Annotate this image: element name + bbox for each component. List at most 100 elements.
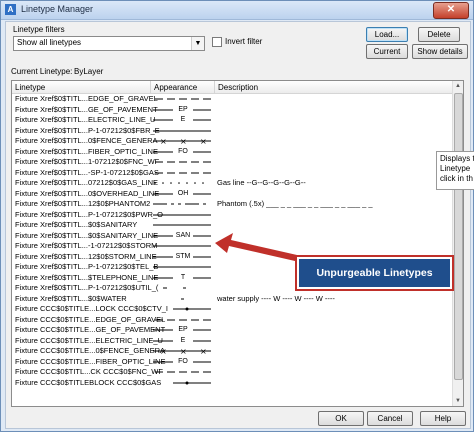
linetype-appearance xyxy=(153,294,213,305)
linetype-appearance xyxy=(153,262,213,273)
linetype-name: Fixture CCC$0$TITLE...GE_OF_PAVEMENT xyxy=(15,325,166,334)
linetype-name: Fixture Xref$0$TITL...07212$0$GAS_LINE xyxy=(15,178,158,187)
column-appearance[interactable]: Appearance xyxy=(154,83,197,92)
filter-selected-value: Show all linetypes xyxy=(17,38,82,47)
linetype-name: Fixture Xref$0$TITL...1-07212$0$FNC_WF xyxy=(15,157,160,166)
linetype-name: Fixture Xref$0$TITL...12$0$PHANTOM2 xyxy=(15,199,151,208)
table-row[interactable]: Fixture Xref$0$TITL...EDGE_OF_GRAVEL xyxy=(12,94,452,105)
table-row[interactable]: Fixture CCC$0$TITLE...GE_OF_PAVEMENT EP xyxy=(12,325,452,336)
table-row[interactable]: Fixture Xref$0$TITL...1-07212$0$FNC_WF xyxy=(12,157,452,168)
list-header: Linetype Appearance Description xyxy=(12,81,452,94)
linetype-appearance xyxy=(153,126,213,137)
linetype-appearance xyxy=(153,199,213,210)
cancel-button[interactable]: Cancel xyxy=(367,411,413,426)
linetype-appearance xyxy=(153,220,213,231)
delete-button[interactable]: Delete xyxy=(418,27,460,42)
linetype-filters-label: Linetype filters xyxy=(13,25,65,34)
linetype-name: Fixture Xref$0$TITL...ELECTRIC_LINE_U xyxy=(15,115,156,124)
table-row[interactable]: Fixture CCC$0$TITLE...LOCK CCC$0$CTV_I xyxy=(12,304,452,315)
table-row[interactable]: Fixture CCC$0$TITL...CK CCC$0$FNC_WF xyxy=(12,367,452,378)
linetype-glyph: EP xyxy=(178,105,188,113)
linetype-appearance xyxy=(153,210,213,221)
table-row[interactable]: Fixture Xref$0$TITL...$0$WATER water supp… xyxy=(12,294,452,305)
table-row[interactable]: Fixture Xref$0$TITL...$0$SANITARY xyxy=(12,220,452,231)
linetype-filter-dropdown[interactable]: Show all linetypes ▼ xyxy=(13,36,205,51)
svg-text:×: × xyxy=(200,347,207,356)
linetype-name: Fixture CCC$0$TITLE...EDGE_OF_GRAVEL xyxy=(15,314,166,324)
table-row[interactable]: Fixture Xref$0$TITL...07212$0$GAS_LINE Ga… xyxy=(12,178,452,189)
svg-text:×: × xyxy=(180,347,187,356)
table-row[interactable]: Fixture Xref$0$TITL...12$0$PHANTOM2 Phant… xyxy=(12,199,452,210)
chevron-down-icon[interactable]: ▼ xyxy=(191,37,204,50)
linetype-glyph: STM xyxy=(175,252,191,260)
callout-arrow-icon xyxy=(215,233,297,261)
window-title: Linetype Manager xyxy=(21,4,94,14)
linetype-name: Fixture CCC$0$TITLE...0$FENCE_GENERA xyxy=(15,346,166,355)
linetype-name: Fixture Xref$0$TITL...0$OVERHEAD_LINE xyxy=(15,188,160,198)
close-button[interactable]: ✕ xyxy=(433,2,469,19)
scroll-up-icon[interactable]: ▲ xyxy=(453,81,463,91)
current-linetype-value: ByLayer xyxy=(74,67,104,76)
help-button[interactable]: Help xyxy=(420,411,466,426)
ok-button[interactable]: OK xyxy=(318,411,364,426)
linetype-description: water supply ---- W ---- W ---- W ---- xyxy=(217,293,335,303)
svg-text:×: × xyxy=(200,137,207,146)
linetype-glyph: E xyxy=(180,116,186,123)
svg-text:×: × xyxy=(180,137,187,146)
linetype-appearance xyxy=(153,178,213,189)
table-row[interactable]: Fixture Xref$0$TITL...-SP-1-07212$0$GAS xyxy=(12,168,452,179)
linetype-name: Fixture CCC$0$TITLE...LOCK CCC$0$CTV_I xyxy=(15,304,168,313)
table-row[interactable]: Fixture CCC$0$TITLEBLOCK CCC$0$GAS xyxy=(12,378,452,389)
current-button[interactable]: Current xyxy=(366,44,408,59)
linetype-appearance xyxy=(153,367,213,378)
linetype-description: Phantom (.5x) ___ _ _ ___ _ _ ___ _ _ __… xyxy=(217,199,373,208)
linetype-appearance: FO xyxy=(153,357,213,368)
table-row[interactable]: Fixture Xref$0$TITL...0$OVERHEAD_LINE OH xyxy=(12,189,452,200)
linetype-appearance: EP xyxy=(153,325,213,336)
linetype-appearance xyxy=(153,168,213,179)
dialog-body: Linetype filters Show all linetypes ▼ In… xyxy=(5,21,471,429)
show-details-button[interactable]: Show details xyxy=(412,44,468,59)
linetype-appearance: × × × xyxy=(153,346,213,357)
column-description[interactable]: Description xyxy=(218,83,258,92)
table-row[interactable]: Fixture CCC$0$TITLE...0$FENCE_GENERA × × × xyxy=(12,346,452,357)
linetype-appearance xyxy=(153,315,213,326)
linetype-name: Fixture Xref$0$TITL...FIBER_OPTIC_LINE xyxy=(15,146,158,156)
tooltip-line: Linetype xyxy=(440,164,471,173)
linetype-name: Fixture Xref$0$TITL...$0$SANITARY xyxy=(15,220,138,229)
column-linetype[interactable]: Linetype xyxy=(15,83,45,92)
table-row[interactable]: Fixture CCC$0$TITLE...EDGE_OF_GRAVEL xyxy=(12,315,452,326)
linetype-name: Fixture Xref$0$TITL...-1-07212$0$STORM xyxy=(15,241,158,250)
linetype-glyph: SAN xyxy=(175,231,191,239)
table-row[interactable]: Fixture CCC$0$TITLE...FIBER_OPTIC_LINE FO xyxy=(12,357,452,368)
linetype-glyph: OH xyxy=(177,189,189,197)
table-row[interactable]: Fixture Xref$0$TITL...ELECTRIC_LINE_U E xyxy=(12,115,452,126)
svg-text:×: × xyxy=(160,137,167,146)
table-row[interactable]: Fixture Xref$0$TITL...FIBER_OPTIC_LINE FO xyxy=(12,147,452,158)
linetype-name: Fixture CCC$0$TITL...CK CCC$0$FNC_WF xyxy=(15,367,163,376)
load-button[interactable]: Load... xyxy=(366,27,408,42)
invert-filter-checkbox[interactable] xyxy=(212,37,222,47)
linetype-appearance xyxy=(153,378,213,389)
vertical-scrollbar[interactable]: ▲ ▼ xyxy=(452,81,463,406)
autocad-app-icon: A xyxy=(5,4,16,15)
linetype-glyph: E xyxy=(180,336,186,344)
table-row[interactable]: Fixture Xref$0$TITL...0$FENCE_GENERA × × × xyxy=(12,136,452,147)
linetype-glyph: FO xyxy=(178,147,188,155)
table-row[interactable]: Fixture Xref$0$TITL...P-1-07212$0$PWR_O xyxy=(12,210,452,221)
table-row[interactable]: Fixture Xref$0$TITL...P-1-07212$0$FBR_E xyxy=(12,126,452,137)
linetype-appearance: FO xyxy=(153,147,213,158)
table-row[interactable]: Fixture Xref$0$TITL...GE_OF_PAVEMENT EP xyxy=(12,105,452,116)
linetype-manager-window: A Linetype Manager ✕ Linetype filters Sh… xyxy=(0,0,474,432)
linetype-name: Fixture Xref$0$TITL...P-1-07212$0$TEL_B xyxy=(15,262,159,271)
invert-filter-label: Invert filter xyxy=(225,37,263,46)
scroll-down-icon[interactable]: ▼ xyxy=(453,396,463,406)
linetype-appearance xyxy=(153,304,213,315)
linetype-appearance: E xyxy=(153,336,213,347)
scroll-thumb[interactable] xyxy=(454,93,463,380)
linetype-name: Fixture Xref$0$TITL...$0$SANITARY_LINE xyxy=(15,230,159,240)
table-row[interactable]: Fixture CCC$0$TITLE...ELECTRIC_LINE_U E xyxy=(12,336,452,347)
svg-text:×: × xyxy=(160,347,167,356)
linetype-appearance: OH xyxy=(153,189,213,200)
unpurgeable-linetypes-callout: Unpurgeable Linetypes xyxy=(297,257,452,289)
